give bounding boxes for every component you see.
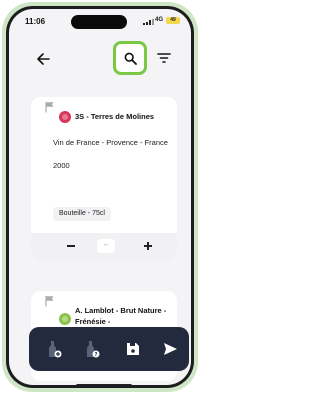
wine-region: Vin de France - Provence - France [53, 138, 168, 147]
dynamic-island [71, 15, 127, 29]
white-wine-icon [59, 313, 71, 325]
status-time: 11:06 [25, 17, 46, 26]
arrow-left-icon [37, 53, 50, 65]
send-icon [164, 343, 177, 355]
network-type: 4G [155, 17, 164, 23]
flag-icon[interactable] [45, 101, 55, 113]
bottle-question-icon: ? [87, 341, 100, 358]
format-chip[interactable]: Bouteille - 75cl [53, 207, 111, 221]
add-bottle-button[interactable] [47, 339, 65, 359]
app-screen: 11:06 4G 49 3S - Terres de Molines Vin d… [9, 9, 191, 385]
svg-text:?: ? [95, 352, 98, 358]
wine-name: 3S - Terres de Molines [75, 112, 155, 121]
filter-button[interactable] [156, 51, 172, 65]
top-header [9, 39, 191, 79]
signal-icon [143, 19, 154, 25]
bottom-action-bar: ? [29, 327, 189, 371]
wine-card[interactable]: 3S - Terres de Molines Vin de France - P… [31, 97, 177, 261]
increment-button[interactable] [143, 241, 153, 251]
save-icon [127, 343, 139, 355]
search-icon [124, 52, 137, 65]
send-button[interactable] [161, 339, 179, 359]
phone-bezel: 11:06 4G 49 3S - Terres de Molines Vin d… [6, 6, 194, 388]
decrement-button[interactable] [66, 241, 76, 251]
search-button[interactable] [113, 41, 147, 75]
wine-vintage: 2000 [53, 161, 70, 170]
quantity-value[interactable]: -- [97, 239, 115, 253]
home-indicator [76, 384, 132, 385]
battery-icon: 49 [166, 17, 180, 24]
save-button[interactable] [124, 339, 142, 359]
filter-icon [157, 53, 171, 63]
red-wine-icon [59, 111, 71, 123]
bottle-query-button[interactable]: ? [85, 339, 103, 359]
phone-frame: 11:06 4G 49 3S - Terres de Molines Vin d… [2, 2, 198, 392]
flag-icon[interactable] [45, 295, 55, 307]
back-button[interactable] [35, 51, 51, 67]
add-bottle-icon [49, 341, 62, 358]
wine-name: A. Lamblot - Brut Nature - Frénésie - [75, 306, 167, 326]
quantity-stepper: -- [31, 233, 177, 261]
status-bar: 11:06 4G 49 [9, 9, 191, 33]
